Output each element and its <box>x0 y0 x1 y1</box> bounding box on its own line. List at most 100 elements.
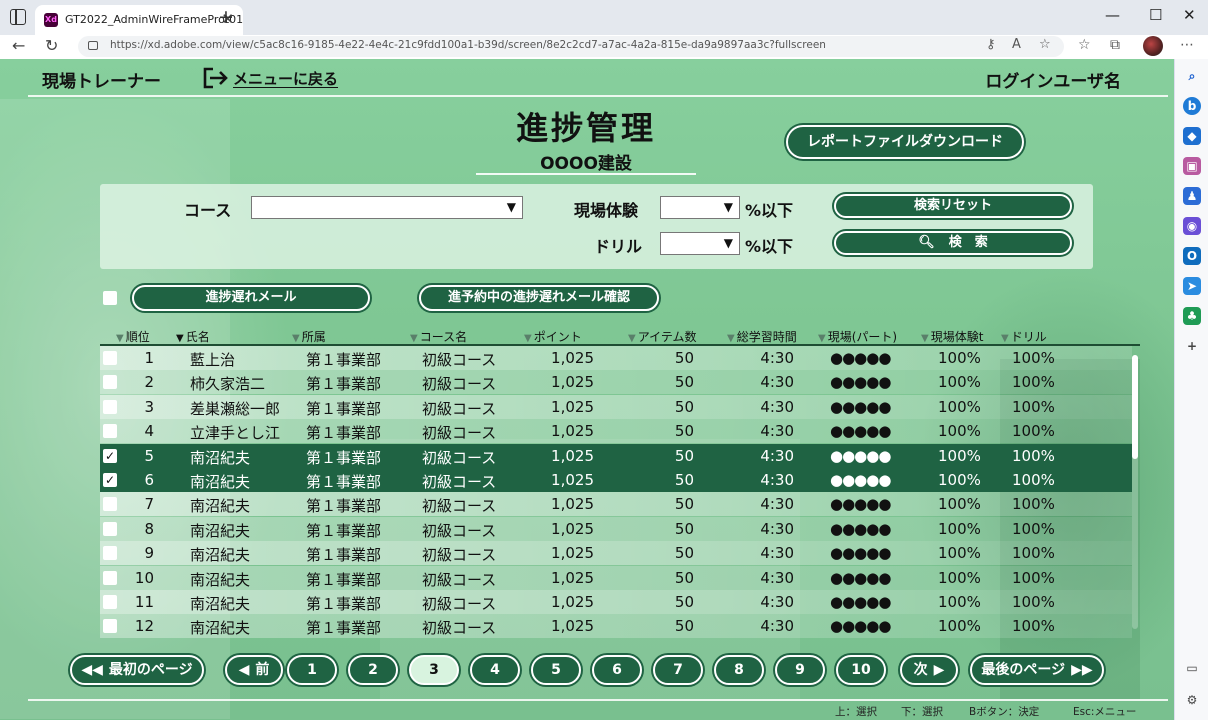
column-header-3[interactable]: ▼ コース名 <box>410 328 467 345</box>
browser-tab[interactable]: Xd GT2022_AdminWireFrameProt01 ✕ <box>35 5 243 35</box>
games-icon[interactable]: ♟ <box>1183 187 1201 205</box>
table-row[interactable]: 3 差巣瀬総一郎 第１事業部 初級コース 1,025 50 4:30 ●●●●● 100% 100… <box>100 394 1132 419</box>
row-checkbox[interactable]: ✓ <box>103 473 117 487</box>
search-icon[interactable]: ⌕ <box>1183 67 1201 85</box>
sidebar-toggle-icon[interactable] <box>10 9 26 25</box>
prev-page-button[interactable]: ◀ 前 <box>225 655 283 685</box>
row-checkbox[interactable] <box>103 619 117 634</box>
name-cell: 南沼紀夫 <box>190 521 251 540</box>
first-page-button[interactable]: ◀◀ 最初のページ <box>70 655 204 685</box>
row-checkbox[interactable] <box>103 570 117 585</box>
profile-avatar[interactable] <box>1143 36 1163 56</box>
row-checkbox[interactable] <box>103 521 117 536</box>
page-button-2[interactable]: 2 <box>348 655 398 685</box>
field-experience-select[interactable]: ▼ <box>660 196 740 219</box>
study-time-cell: 4:30 <box>760 617 794 636</box>
outlook-icon[interactable]: O <box>1183 247 1201 265</box>
table-row[interactable]: ✓ 5 南沼紀夫 第１事業部 初級コース 1,025 50 4:30 ●●●●● 100% 100% <box>100 443 1132 468</box>
search-button[interactable]: 🔍︎ 検 索 <box>834 231 1072 255</box>
page-button-7[interactable]: 7 <box>653 655 703 685</box>
column-header-7[interactable]: ▼ 現場(パート) <box>818 328 897 345</box>
field-part-rating: ●●●●● <box>830 568 891 587</box>
collections-icon[interactable]: ⧉ <box>1110 37 1120 53</box>
page-button-9[interactable]: 9 <box>775 655 825 685</box>
page-button-1[interactable]: 1 <box>287 655 337 685</box>
column-header-4[interactable]: ▼ ポイント <box>524 328 582 345</box>
search-reset-button[interactable]: 検索リセット <box>834 194 1072 218</box>
sidebar-layout-icon[interactable]: ▭ <box>1183 659 1201 677</box>
table-row[interactable]: 9 南沼紀夫 第１事業部 初級コース 1,025 50 4:30 ●●●●● 100% 100% <box>100 541 1132 566</box>
reload-icon[interactable]: ↻ <box>45 35 58 57</box>
column-header-0[interactable]: ▼ 順位 <box>116 328 150 345</box>
column-header-label: アイテム数 <box>637 330 697 344</box>
add-icon[interactable]: + <box>1183 337 1201 355</box>
tree-icon[interactable]: ♣ <box>1183 307 1201 325</box>
favorites-icon[interactable]: ☆ <box>1078 37 1091 53</box>
row-checkbox[interactable] <box>103 351 117 365</box>
column-header-8[interactable]: ▼ 現場体験t <box>921 328 983 345</box>
drill-cell: 100% <box>1012 422 1055 441</box>
department-cell: 第１事業部 <box>306 448 382 467</box>
table-row[interactable]: 4 立津手とし江 第１事業部 初級コース 1,025 50 4:30 ●●●●● 100% 100… <box>100 419 1132 444</box>
tools-icon[interactable]: ▣ <box>1183 157 1201 175</box>
page-button-3[interactable]: 3 <box>409 655 459 685</box>
column-header-1[interactable]: ▼ 氏名 <box>176 328 210 345</box>
table-row[interactable]: 8 南沼紀夫 第１事業部 初級コース 1,025 50 4:30 ●●●●● 100% 100% <box>100 516 1132 541</box>
page-button-4[interactable]: 4 <box>470 655 520 685</box>
favorite-add-icon[interactable]: ☆ <box>1039 37 1051 52</box>
exit-icon[interactable] <box>203 67 229 89</box>
column-header-2[interactable]: ▼ 所属 <box>292 328 326 345</box>
course-cell: 初級コース <box>422 448 497 467</box>
row-checkbox[interactable] <box>103 399 117 414</box>
drill-cell: 100% <box>1012 471 1055 489</box>
items-cell: 50 <box>674 617 694 636</box>
items-cell: 50 <box>674 519 694 538</box>
page-button-5[interactable]: 5 <box>531 655 581 685</box>
row-checkbox[interactable]: ✓ <box>103 448 117 463</box>
course-select[interactable]: ▼ <box>251 196 523 219</box>
maximize-icon[interactable]: ☐ <box>1149 6 1162 24</box>
hint-down: 下：選択 <box>901 706 943 718</box>
minimize-icon[interactable]: — <box>1105 6 1120 24</box>
row-checkbox[interactable] <box>103 546 117 561</box>
page-button-6[interactable]: 6 <box>592 655 642 685</box>
drill-select[interactable]: ▼ <box>660 232 740 255</box>
table-row[interactable]: 10 南沼紀夫 第１事業部 初級コース 1,025 50 4:30 ●●●●● 100% 100% <box>100 565 1132 590</box>
back-icon[interactable]: ← <box>12 35 25 57</box>
key-icon[interactable]: ⚷ <box>986 37 996 52</box>
page-button-10[interactable]: 10 <box>836 655 886 685</box>
table-row[interactable]: 1 藍上治 第１事業部 初級コース 1,025 50 4:30 ●●●●● 100% 100% <box>100 346 1132 370</box>
table-row[interactable]: 2 柿久家浩二 第１事業部 初級コース 1,025 50 4:30 ●●●●● 100% 100% <box>100 370 1132 395</box>
scheduled-mail-confirm-button[interactable]: 進予約中の進捗遅れメール確認 <box>419 285 659 311</box>
scrollbar-thumb[interactable] <box>1132 355 1138 459</box>
close-window-icon[interactable]: ✕ <box>1183 6 1196 24</box>
more-icon[interactable]: ⋯ <box>1180 37 1194 53</box>
office-icon[interactable]: ◉ <box>1183 217 1201 235</box>
shopping-icon[interactable]: ◆ <box>1183 127 1201 145</box>
points-cell: 1,025 <box>551 471 594 489</box>
page-button-8[interactable]: 8 <box>714 655 764 685</box>
row-checkbox[interactable] <box>103 497 117 512</box>
bing-icon[interactable]: b <box>1183 97 1201 115</box>
report-download-button[interactable]: レポートファイルダウンロード <box>786 125 1024 159</box>
table-row[interactable]: ✓ 6 南沼紀夫 第１事業部 初級コース 1,025 50 4:30 ●●●●● 100% 100% <box>100 468 1132 492</box>
back-to-menu-link[interactable]: メニューに戻る <box>233 68 338 89</box>
read-aloud-icon[interactable]: A <box>1012 37 1021 52</box>
last-page-button[interactable]: 最後のページ ▶▶ <box>970 655 1104 685</box>
new-tab-icon[interactable]: + <box>218 6 234 28</box>
column-header-9[interactable]: ▼ ドリル <box>1001 328 1047 345</box>
select-all-checkbox[interactable] <box>103 291 117 305</box>
url-field[interactable]: https://xd.adobe.com/view/c5ac8c16-9185-… <box>78 36 1064 57</box>
row-checkbox[interactable] <box>103 375 117 390</box>
table-row[interactable]: 12 南沼紀夫 第１事業部 初級コース 1,025 50 4:30 ●●●●● 100% 100% <box>100 614 1132 639</box>
column-header-6[interactable]: ▼ 総学習時間 <box>727 328 797 345</box>
delay-mail-button[interactable]: 進捗遅れメール <box>132 285 370 311</box>
row-checkbox[interactable] <box>103 595 117 609</box>
table-row[interactable]: 7 南沼紀夫 第１事業部 初級コース 1,025 50 4:30 ●●●●● 100% 100% <box>100 492 1132 517</box>
table-row[interactable]: 11 南沼紀夫 第１事業部 初級コース 1,025 50 4:30 ●●●●● 100% 100% <box>100 590 1132 614</box>
column-header-5[interactable]: ▼ アイテム数 <box>628 328 697 345</box>
settings-icon[interactable]: ⚙ <box>1183 691 1201 709</box>
row-checkbox[interactable] <box>103 424 117 439</box>
next-page-button[interactable]: 次 ▶ <box>900 655 958 685</box>
send-icon[interactable]: ➤ <box>1183 277 1201 295</box>
